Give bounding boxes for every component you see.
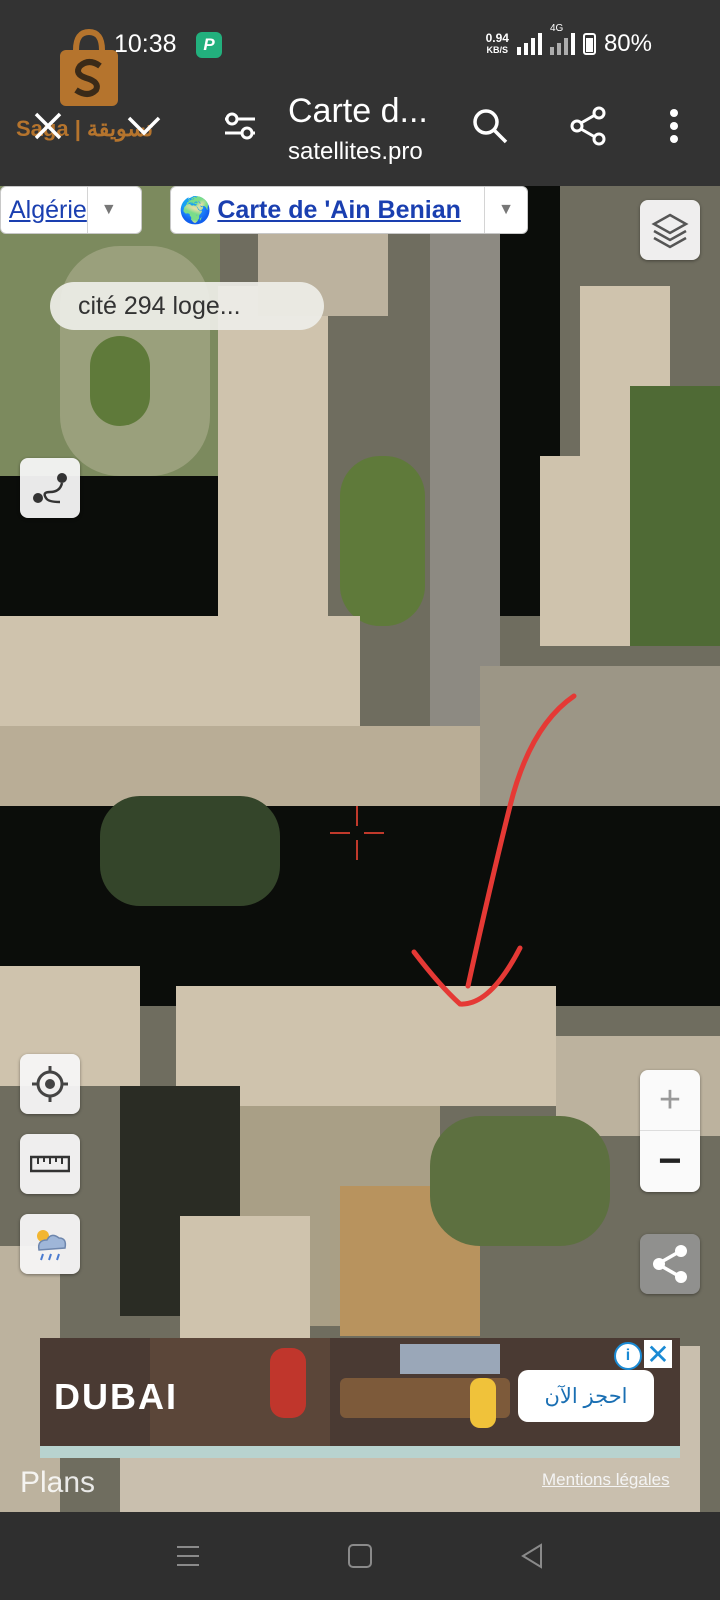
home-square-icon	[348, 1544, 372, 1568]
place-label[interactable]: cité 294 loge...	[50, 282, 324, 330]
battery-level: 80%	[603, 30, 652, 57]
map-share-button[interactable]	[640, 1234, 700, 1294]
net-speed: 0.94 KB/S	[485, 31, 509, 55]
share-icon	[570, 106, 606, 146]
ad-image-person	[270, 1348, 306, 1418]
battery-icon	[582, 33, 596, 55]
signal-4g-icon: 4G	[549, 23, 575, 55]
layers-button[interactable]	[640, 200, 700, 260]
ruler-icon	[30, 1155, 70, 1173]
share-button[interactable]	[560, 98, 616, 154]
annotation-arrow	[411, 693, 577, 1007]
chevron-down-icon: ▼	[86, 187, 130, 233]
park-lawn	[90, 336, 150, 426]
search-button[interactable]	[462, 98, 518, 154]
search-icon	[473, 109, 508, 144]
ad-close-button[interactable]: ✕	[644, 1339, 672, 1370]
ad-banner[interactable]: DUBAI احجز الآن i ✕	[40, 1338, 680, 1454]
recent-apps-button[interactable]	[160, 1528, 216, 1584]
ad-brand-logo: DUBAI	[54, 1376, 178, 1417]
my-location-button[interactable]	[20, 1054, 80, 1114]
apple-plans-attribution: Plans	[20, 1466, 96, 1499]
signal-icon	[516, 33, 542, 55]
sliders-icon	[225, 112, 255, 140]
ad-bottom-bar	[40, 1446, 680, 1458]
zoom-control: + −	[640, 1070, 700, 1192]
watermark-logo	[60, 28, 118, 106]
building-roof	[0, 616, 360, 726]
lawn	[340, 456, 425, 626]
measure-button[interactable]	[20, 1134, 80, 1194]
back-triangle-icon	[521, 1543, 542, 1569]
system-navigation-bar	[0, 1512, 720, 1600]
layers-icon	[651, 213, 689, 249]
route-icon	[33, 473, 67, 504]
trees	[630, 386, 720, 646]
chevron-down-icon: ▼	[484, 187, 527, 233]
close-icon	[34, 112, 62, 140]
page-settings-button[interactable]	[212, 98, 268, 154]
weather-button[interactable]	[20, 1214, 80, 1274]
satellite-map[interactable]: Algérie ▼ 🌍 Carte de 'Ain Benian ▼ cité …	[0, 186, 720, 1512]
collapse-button[interactable]	[116, 98, 172, 154]
more-options-button[interactable]	[646, 98, 702, 154]
zoom-out-button[interactable]: −	[640, 1130, 700, 1191]
more-vertical-icon	[670, 109, 678, 143]
home-button[interactable]	[332, 1528, 388, 1584]
ad-image-person	[470, 1378, 496, 1428]
country-select[interactable]: Algérie ▼	[0, 186, 142, 234]
chevron-down-icon	[127, 116, 161, 136]
building-roof	[218, 286, 328, 626]
crosshair-icon	[330, 806, 384, 860]
back-button[interactable]	[504, 1528, 560, 1584]
zoom-in-button[interactable]: +	[640, 1070, 700, 1130]
app-bar: Saga | تسويقة 10:38 P 0.94 KB/S 4G 80% C…	[0, 0, 720, 186]
ad-image-skyline	[400, 1344, 500, 1374]
map-select[interactable]: 🌍 Carte de 'Ain Benian ▼	[170, 186, 528, 234]
status-indicators: 0.94 KB/S 4G 80%	[485, 23, 652, 58]
status-time: 10:38	[114, 30, 177, 58]
menu-icon	[177, 1546, 199, 1566]
ad-info-icon[interactable]: i	[614, 1342, 642, 1370]
ad-book-now-button[interactable]: احجز الآن	[518, 1370, 654, 1422]
close-button[interactable]	[20, 98, 76, 154]
trees	[430, 1116, 610, 1246]
page-title: Carte d...	[288, 92, 428, 130]
crosshair-location-icon	[32, 1066, 68, 1102]
route-button[interactable]	[20, 458, 80, 518]
app-notification-icon: P	[196, 32, 222, 58]
share-icon	[653, 1245, 687, 1283]
weather-icon	[37, 1230, 67, 1261]
legal-notices-link[interactable]: Mentions légales	[542, 1470, 670, 1490]
country-select-value: Algérie	[9, 195, 87, 224]
building-roof	[180, 1216, 310, 1356]
building-roof	[540, 456, 630, 646]
page-domain: satellites.pro	[288, 138, 423, 165]
globe-icon: 🌍	[179, 194, 212, 225]
map-select-value: Carte de 'Ain Benian	[217, 195, 461, 224]
trees	[100, 796, 280, 906]
